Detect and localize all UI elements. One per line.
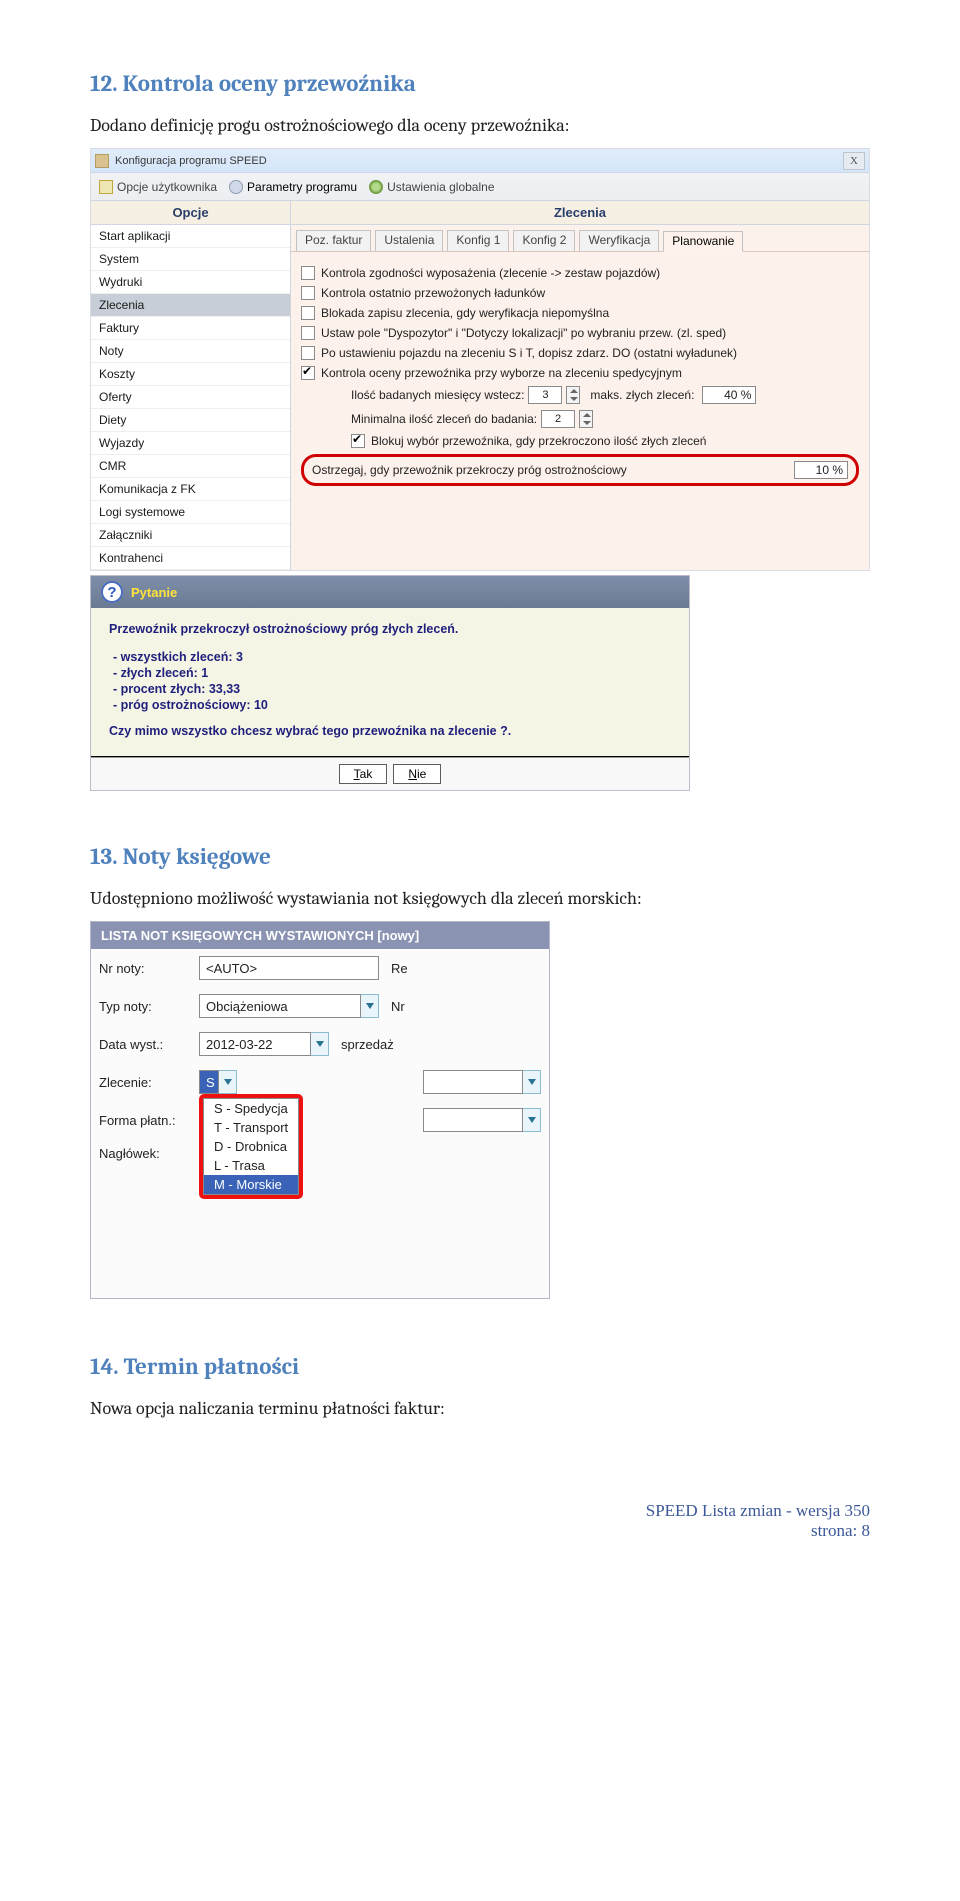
option[interactable]: S - Spedycja xyxy=(204,1099,298,1118)
subtab[interactable]: Konfig 1 xyxy=(447,230,509,251)
dropdown-icon[interactable] xyxy=(219,1070,237,1094)
page-footer: SPEED Lista zmian - wersja 350 strona: 8 xyxy=(0,1501,960,1581)
window-title: Konfiguracja programu SPEED xyxy=(115,155,267,167)
app-icon xyxy=(95,154,109,168)
label-partial: sprzedaż xyxy=(341,1037,394,1052)
sidebar-item[interactable]: Załączniki xyxy=(91,524,290,547)
sidebar-item[interactable]: Zlecenia xyxy=(91,294,290,317)
subtab[interactable]: Weryfikacja xyxy=(579,230,659,251)
dialog-head: Przewoźnik przekroczył ostrożnościowy pr… xyxy=(109,622,671,636)
sidebar-item[interactable]: Start aplikacji xyxy=(91,225,290,248)
checkbox[interactable] xyxy=(301,286,315,300)
sidebar-item[interactable]: Komunikacja z FK xyxy=(91,478,290,501)
checkbox[interactable] xyxy=(301,266,315,280)
notes-header: LISTA NOT KSIĘGOWYCH WYSTAWIONYCH [nowy] xyxy=(91,922,549,949)
subtab[interactable]: Planowanie xyxy=(663,231,743,252)
data-input[interactable]: 2012-03-22 xyxy=(199,1032,311,1056)
yes-button[interactable]: Tak xyxy=(339,764,388,784)
forma-label: Forma płatn.: xyxy=(99,1113,199,1128)
dropdown-icon[interactable] xyxy=(361,994,379,1018)
option[interactable]: L - Trasa xyxy=(204,1156,298,1175)
checkbox[interactable] xyxy=(301,306,315,320)
forma-select[interactable] xyxy=(423,1108,523,1132)
sidebar-item[interactable]: Diety xyxy=(91,409,290,432)
max-bad-input[interactable]: 40 % xyxy=(702,386,756,404)
sidebar-item[interactable]: Koszty xyxy=(91,363,290,386)
heading-14: 14. Termin płatności xyxy=(90,1353,880,1380)
label-partial: Nr xyxy=(391,999,405,1014)
sidebar-item[interactable]: Logi systemowe xyxy=(91,501,290,524)
sidebar-item[interactable]: Wydruki xyxy=(91,271,290,294)
heading-12: 12. Kontrola oceny przewoźnika xyxy=(90,70,880,97)
dialog-title: Pytanie xyxy=(131,585,177,600)
subtab[interactable]: Konfig 2 xyxy=(513,230,575,251)
dropdown-icon[interactable] xyxy=(311,1032,329,1056)
sidebar-item[interactable]: CMR xyxy=(91,455,290,478)
warn-threshold-input[interactable]: 10 % xyxy=(794,461,848,479)
subtab[interactable]: Poz. faktur xyxy=(296,230,371,251)
question-dialog: ? Pytanie Przewoźnik przekroczył ostrożn… xyxy=(90,575,690,791)
option[interactable]: T - Transport xyxy=(204,1118,298,1137)
no-button[interactable]: Nie xyxy=(393,764,441,784)
checkbox[interactable] xyxy=(301,326,315,340)
typ-select[interactable]: Obciążeniowa xyxy=(199,994,361,1018)
intro-13: Udostępniono możliwość wystawiania not k… xyxy=(90,888,880,909)
nr-label: Nr noty: xyxy=(99,961,199,976)
warn-threshold-highlight: Ostrzegaj, gdy przewoźnik przekroczy pró… xyxy=(301,454,859,486)
left-header: Opcje xyxy=(91,201,290,225)
checkbox-carrier-rating[interactable] xyxy=(301,366,315,380)
gear-icon xyxy=(229,180,243,194)
sidebar-item[interactable]: Faktury xyxy=(91,317,290,340)
checkbox[interactable] xyxy=(301,346,315,360)
close-icon[interactable]: X xyxy=(843,152,865,170)
tab-program-params[interactable]: Parametry programu xyxy=(229,180,357,194)
checkbox-block-carrier[interactable] xyxy=(351,434,365,448)
heading-13: 13. Noty księgowe xyxy=(90,843,880,870)
dialog-question: Czy mimo wszystko chcesz wybrać tego prz… xyxy=(109,724,671,738)
option[interactable]: D - Drobnica xyxy=(204,1137,298,1156)
zlecenie-select[interactable]: S xyxy=(199,1070,219,1094)
data-label: Data wyst.: xyxy=(99,1037,199,1052)
globe-icon xyxy=(369,180,383,194)
stat-threshold: - próg ostrożnościowy: 10 xyxy=(113,698,671,712)
sidebar-item[interactable]: Noty xyxy=(91,340,290,363)
typ-label: Typ noty: xyxy=(99,999,199,1014)
naglowek-label: Nagłówek: xyxy=(99,1146,199,1161)
user-icon xyxy=(99,180,113,194)
stat-bad: - złych zleceń: 1 xyxy=(113,666,671,680)
ext-input[interactable] xyxy=(423,1070,523,1094)
intro-12: Dodano definicję progu ostrożnościowego … xyxy=(90,115,880,136)
spinner-arrows-icon[interactable] xyxy=(579,410,593,428)
tab-global-settings[interactable]: Ustawienia globalne xyxy=(369,180,494,194)
min-orders-input[interactable]: 2 xyxy=(541,410,575,428)
label-partial: Re xyxy=(391,961,408,976)
tab-user-options[interactable]: Opcje użytkownika xyxy=(99,180,217,194)
option[interactable]: M - Morskie xyxy=(204,1175,298,1194)
sidebar-item[interactable]: Oferty xyxy=(91,386,290,409)
zlecenie-options: S - SpedycjaT - TransportD - DrobnicaL -… xyxy=(203,1098,299,1195)
question-icon: ? xyxy=(101,581,123,603)
spinner-arrows-icon[interactable] xyxy=(566,386,580,404)
dropdown-icon[interactable] xyxy=(523,1108,541,1132)
stat-all: - wszystkich zleceń: 3 xyxy=(113,650,671,664)
left-panel: Opcje Start aplikacjiSystemWydrukiZlecen… xyxy=(91,201,291,570)
sidebar-item[interactable]: System xyxy=(91,248,290,271)
months-input[interactable]: 3 xyxy=(528,386,562,404)
sidebar-item[interactable]: Wyjazdy xyxy=(91,432,290,455)
right-panel: Zlecenia Poz. fakturUstaleniaKonfig 1Kon… xyxy=(291,201,869,570)
dropdown-icon[interactable] xyxy=(523,1070,541,1094)
intro-14: Nowa opcja naliczania terminu płatności … xyxy=(90,1398,880,1419)
right-header: Zlecenia xyxy=(291,201,869,225)
nr-input[interactable]: <AUTO> xyxy=(199,956,379,980)
config-window: Konfiguracja programu SPEED X Opcje użyt… xyxy=(90,148,870,571)
notes-form: LISTA NOT KSIĘGOWYCH WYSTAWIONYCH [nowy]… xyxy=(90,921,550,1299)
stat-pct: - procent złych: 33,33 xyxy=(113,682,671,696)
sidebar-item[interactable]: Kontrahenci xyxy=(91,547,290,570)
zlecenie-label: Zlecenie: xyxy=(99,1075,199,1090)
dropdown-highlight: S - SpedycjaT - TransportD - DrobnicaL -… xyxy=(199,1094,303,1199)
subtab[interactable]: Ustalenia xyxy=(375,230,443,251)
